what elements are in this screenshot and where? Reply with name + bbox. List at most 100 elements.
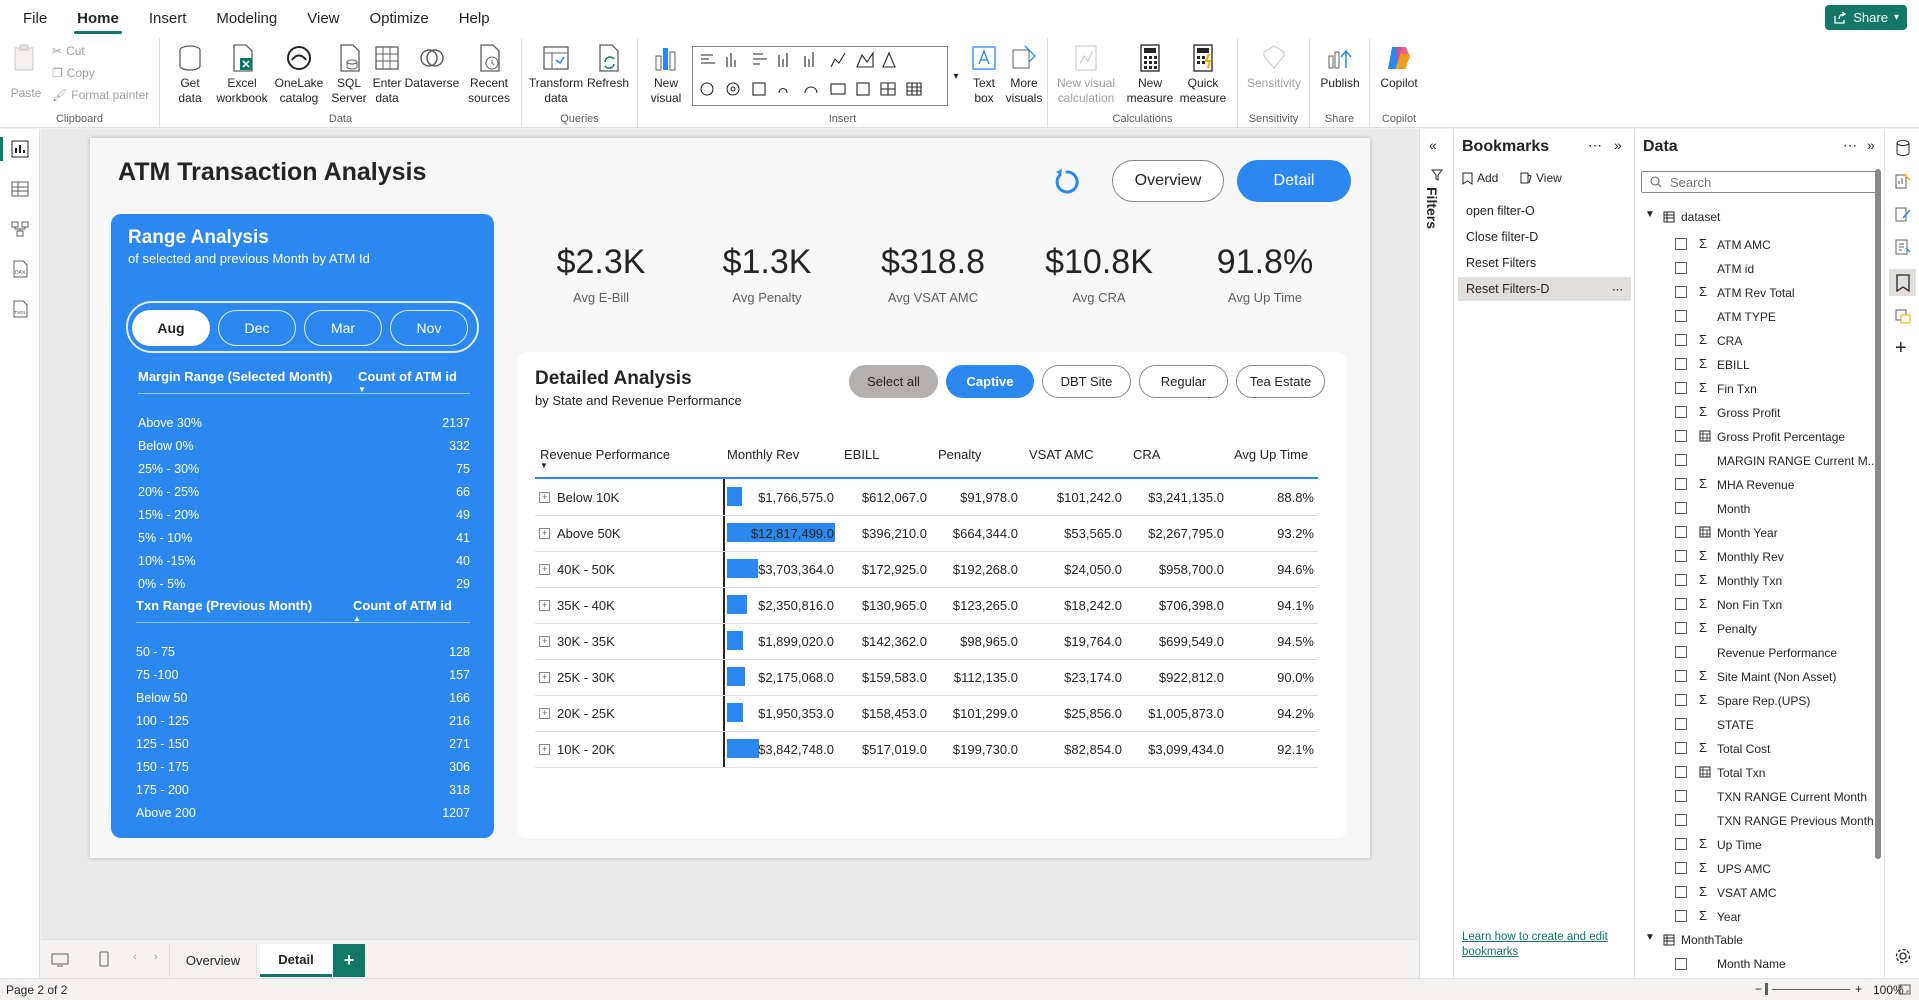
field-item[interactable]: Σ ATM AMC [1635,233,1873,255]
table-row[interactable]: +30K - 35K $1,899,020.0 $142,362.0 $98,965.… [535,624,1318,660]
new-visual-calculation-button[interactable]: New visual calculation [1054,42,1118,106]
margin-range-header[interactable]: Margin Range (Selected Month) [138,369,332,384]
field-item[interactable]: Σ Site Maint (Non Asset) [1635,665,1873,687]
add-pane-icon[interactable]: + [1895,337,1907,360]
field-item[interactable]: Σ Spare Rep.(UPS) [1635,689,1873,711]
bookmark-item[interactable]: open filter-O [1458,199,1631,223]
share-button[interactable]: Share ▾ [1825,5,1907,30]
page-tab-overview[interactable]: Overview [169,944,257,977]
field-item[interactable]: Total Txn [1635,761,1873,783]
field-checkbox[interactable] [1675,358,1687,370]
margin-range-row[interactable]: 0% - 5% 29 [138,572,470,595]
txn-range-row[interactable]: 50 - 75 128 [136,640,470,663]
txn-range-row[interactable]: 175 - 200 318 [136,778,470,801]
chevron-down-icon[interactable]: ▼ [1645,932,1655,943]
table-name[interactable]: dataset [1681,210,1720,224]
field-checkbox[interactable] [1675,478,1687,490]
menu-modeling[interactable]: Modeling [201,0,292,36]
margin-range-row[interactable]: 15% - 20% 49 [138,503,470,526]
month-chip-nov[interactable]: Nov [390,310,468,346]
data-pane-icon[interactable] [1894,139,1912,157]
table-row[interactable]: +20K - 25K $1,950,353.0 $158,453.0 $101,299… [535,696,1318,732]
txn-range-row[interactable]: 100 - 125 216 [136,709,470,732]
add-page-button[interactable]: + [333,944,365,977]
month-chip-mar[interactable]: Mar [304,310,382,346]
visual-gallery[interactable] [692,46,948,106]
model-view-icon[interactable] [10,219,30,239]
field-checkbox[interactable] [1675,838,1687,850]
field-checkbox[interactable] [1675,790,1687,802]
col-header-cra[interactable]: CRA [1133,447,1160,462]
expand-row-icon[interactable]: + [539,600,550,611]
report-view-icon[interactable] [10,139,30,159]
chevron-down-icon[interactable]: ▼ [1645,209,1655,220]
txn-range-row[interactable]: 150 - 175 306 [136,755,470,778]
overview-nav-button[interactable]: Overview [1112,160,1224,202]
expand-row-icon[interactable]: + [539,708,550,719]
get-data-button[interactable]: Get data [170,42,210,106]
field-checkbox[interactable] [1675,526,1687,538]
field-item[interactable]: Month [1635,497,1873,519]
field-item[interactable]: Σ Total Cost [1635,737,1873,759]
menu-home[interactable]: Home [62,0,134,36]
tmdl-view-icon[interactable]: TMDL [10,299,30,319]
field-checkbox[interactable] [1675,886,1687,898]
recent-sources-button[interactable]: Recent sources [464,42,514,106]
margin-range-row[interactable]: 5% - 10% 41 [138,526,470,549]
table-name[interactable]: MonthTable [1681,933,1743,947]
build-visual-icon[interactable] [1894,172,1912,190]
field-search-box[interactable] [1641,171,1877,193]
field-item[interactable]: Σ Monthly Txn [1635,569,1873,591]
margin-range-row[interactable]: 20% - 25% 66 [138,480,470,503]
field-checkbox[interactable] [1675,718,1687,730]
zoom-slider-track[interactable] [1772,989,1850,990]
search-input[interactable] [1670,174,1870,190]
new-measure-button[interactable]: New measure [1126,42,1174,106]
format-visual-icon[interactable] [1894,205,1912,223]
menu-view[interactable]: View [292,0,354,36]
table-row[interactable]: + Below 10K $1,766,575.0 $612,067.0 $91,978.… [535,480,1318,516]
table-row[interactable]: +40K - 50K $3,703,364.0 $172,925.0 $192,268… [535,552,1318,588]
more-visuals-button[interactable]: More visuals [1002,42,1046,106]
txn-range-row[interactable]: 75 -100 157 [136,663,470,686]
field-checkbox[interactable] [1675,766,1687,778]
field-item[interactable]: Σ ATM Rev Total [1635,281,1873,303]
field-checkbox[interactable] [1675,814,1687,826]
field-item[interactable]: Σ Gross Profit [1635,401,1873,423]
expand-row-icon[interactable]: + [539,564,550,575]
next-page-icon[interactable]: › [154,951,158,963]
expand-row-icon[interactable]: + [539,492,550,503]
field-item[interactable]: Σ Penalty [1635,617,1873,639]
field-item[interactable]: Σ Year [1635,905,1873,927]
field-checkbox[interactable] [1675,454,1687,466]
field-checkbox[interactable] [1675,742,1687,754]
expand-row-icon[interactable]: + [539,636,550,647]
field-item[interactable]: Gross Profit Percentage [1635,425,1873,447]
table-row[interactable]: + Above 50K $12,817,499.0 $396,210.0 $664,34… [535,516,1318,552]
fit-to-page-icon[interactable] [1898,984,1911,995]
format-painter-button[interactable]: 🖌 Format painter [52,88,149,102]
field-checkbox[interactable] [1675,958,1687,970]
field-checkbox[interactable] [1675,622,1687,634]
segment-dbt-site[interactable]: DBT Site [1042,365,1131,398]
new-visual-button[interactable]: New visual [646,42,686,106]
field-item[interactable]: Σ CRA [1635,329,1873,351]
segment-select-all[interactable]: Select all [849,365,938,398]
page-tab-detail[interactable]: Detail [260,944,332,977]
field-item[interactable]: Σ MHA Revenue [1635,473,1873,495]
field-item[interactable]: ATM TYPE [1635,305,1873,327]
field-checkbox[interactable] [1675,334,1687,346]
onelake-catalog-button[interactable]: OneLake catalog [272,42,326,106]
copilot-button[interactable]: Copilot [1376,42,1422,91]
field-checkbox[interactable] [1675,550,1687,562]
field-checkbox[interactable] [1675,646,1687,658]
mobile-view-icon[interactable] [99,951,109,967]
more-options-icon[interactable]: ⋯ [1843,137,1857,154]
field-item[interactable]: Σ VSAT AMC [1635,881,1873,903]
cut-button[interactable]: ✂ Cut [52,44,85,58]
bookmark-item-selected[interactable]: Reset Filters-D ⋯ [1458,277,1631,301]
col-header-revenue-performance[interactable]: Revenue Performance [540,447,670,462]
add-bookmark-button[interactable]: Add [1462,171,1498,185]
txn-range-row[interactable]: Below 50 166 [136,686,470,709]
bookmark-item[interactable]: Close filter-D [1458,225,1631,249]
